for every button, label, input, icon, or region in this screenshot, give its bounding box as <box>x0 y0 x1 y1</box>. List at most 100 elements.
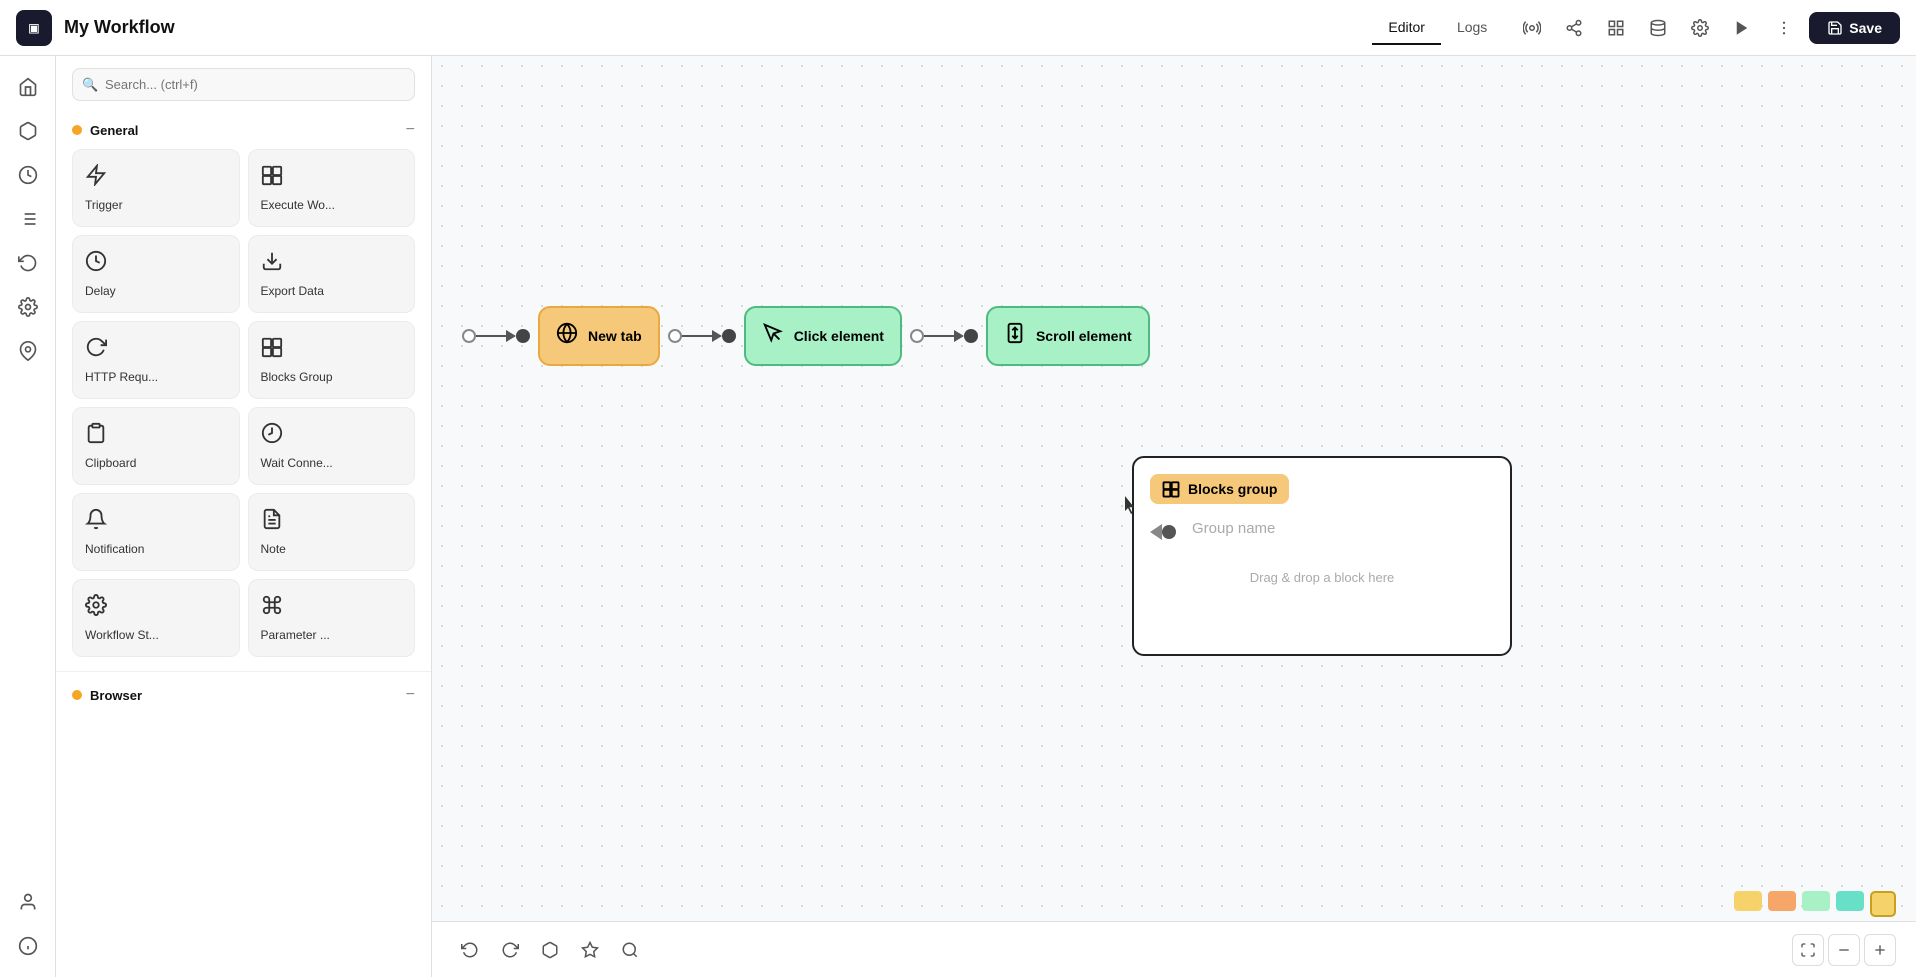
panel-item-wait-connection[interactable]: Wait Conne... <box>248 407 416 485</box>
sidebar-item-history[interactable] <box>9 244 47 282</box>
conn-arrow-1 <box>506 330 516 342</box>
settings-button[interactable] <box>1683 11 1717 45</box>
sidebar-item-clock[interactable] <box>9 156 47 194</box>
broadcast-button[interactable] <box>1515 11 1549 45</box>
node-new-tab[interactable]: New tab <box>538 306 660 366</box>
parameter-icon <box>261 594 283 622</box>
sidebar-item-list[interactable] <box>9 200 47 238</box>
main-layout: 🔍 General − <box>0 56 1916 977</box>
search-icon: 🔍 <box>82 77 98 93</box>
undo-button[interactable] <box>452 932 488 968</box>
grid-button[interactable] <box>1599 11 1633 45</box>
connector-clickelement-in <box>668 329 736 343</box>
section-general-title: General <box>90 123 138 138</box>
panel-item-trigger[interactable]: Trigger <box>72 149 240 227</box>
sidebar-item-blocks[interactable] <box>9 112 47 150</box>
conn-filled-group <box>1162 525 1176 539</box>
canvas-search-button[interactable] <box>612 932 648 968</box>
sidebar-item-settings[interactable] <box>9 288 47 326</box>
color-swatches <box>1734 891 1896 917</box>
sidebar-item-location[interactable] <box>9 332 47 370</box>
export-data-icon <box>261 250 283 278</box>
section-browser: Browser − <box>56 678 431 722</box>
blocks-group-panel[interactable]: Blocks group Group name Drag & drop a bl… <box>1132 456 1512 656</box>
swatch-orange[interactable] <box>1768 891 1796 911</box>
conn-open-1 <box>462 329 476 343</box>
conn-line-1 <box>476 335 506 337</box>
blocks-group-name: Group name <box>1192 520 1275 537</box>
general-items-grid: Trigger Execute Wo... Delay <box>72 149 415 657</box>
topbar: ▣ My Workflow Editor Logs Save <box>0 0 1916 56</box>
topbar-tabs: Editor Logs <box>1372 11 1503 45</box>
panel-item-export-data[interactable]: Export Data <box>248 235 416 313</box>
section-browser-collapse[interactable]: − <box>406 686 415 704</box>
workflow-row-main: New tab Click element <box>462 306 1150 366</box>
execute-workflow-icon <box>261 164 283 192</box>
connector-newtab-in <box>462 329 530 343</box>
section-general-collapse[interactable]: − <box>406 121 415 139</box>
canvas[interactable]: New tab Click element <box>432 56 1916 977</box>
conn-filled-2 <box>722 329 736 343</box>
workflow-title: My Workflow <box>64 17 1360 38</box>
scroll-element-icon <box>1004 322 1026 350</box>
scroll-element-label: Scroll element <box>1036 328 1132 344</box>
panel-item-notification[interactable]: Notification <box>72 493 240 571</box>
note-icon <box>261 508 283 536</box>
clipboard-icon <box>85 422 107 450</box>
panel-item-blocks-group[interactable]: Blocks Group <box>248 321 416 399</box>
icon-sidebar <box>0 56 56 977</box>
blocks-group-connector-in <box>1150 524 1176 540</box>
more-button[interactable] <box>1767 11 1801 45</box>
topbar-actions: Save <box>1515 11 1900 45</box>
panel-item-workflow-state[interactable]: Workflow St... <box>72 579 240 657</box>
conn-open-3 <box>910 329 924 343</box>
sidebar-item-home[interactable] <box>9 68 47 106</box>
trigger-icon <box>85 164 107 192</box>
panel-item-delay[interactable]: Delay <box>72 235 240 313</box>
swatch-green[interactable] <box>1802 891 1830 911</box>
notification-icon <box>85 508 107 536</box>
sidebar-item-info[interactable] <box>9 927 47 965</box>
magic-button[interactable] <box>572 932 608 968</box>
zoom-out-button[interactable] <box>1828 934 1860 966</box>
workflow-state-label: Workflow St... <box>85 628 159 642</box>
redo-button[interactable] <box>492 932 528 968</box>
sidebar-item-user[interactable] <box>9 883 47 921</box>
conn-arrow-2 <box>712 330 722 342</box>
swatch-active[interactable] <box>1870 891 1896 917</box>
panel-item-clipboard[interactable]: Clipboard <box>72 407 240 485</box>
search-input[interactable] <box>72 68 415 101</box>
panel-item-http-request[interactable]: HTTP Requ... <box>72 321 240 399</box>
conn-filled-3 <box>964 329 978 343</box>
canvas-zoom-controls <box>1792 934 1896 966</box>
share-button[interactable] <box>1557 11 1591 45</box>
zoom-fit-button[interactable] <box>1792 934 1824 966</box>
zoom-in-button[interactable] <box>1864 934 1896 966</box>
tab-editor[interactable]: Editor <box>1372 11 1441 45</box>
wait-connection-icon <box>261 422 283 450</box>
blocks-group-label: Blocks Group <box>261 370 333 384</box>
blocks-group-panel-header: Blocks group <box>1150 474 1494 504</box>
panel-sidebar: 🔍 General − <box>56 56 432 977</box>
save-button[interactable]: Save <box>1809 12 1900 44</box>
new-tab-label: New tab <box>588 328 642 344</box>
swatch-teal[interactable] <box>1836 891 1864 911</box>
http-request-icon <box>85 336 107 364</box>
swatch-yellow[interactable] <box>1734 891 1762 911</box>
play-button[interactable] <box>1725 11 1759 45</box>
new-tab-icon <box>556 322 578 350</box>
tab-logs[interactable]: Logs <box>1441 11 1503 45</box>
note-label: Note <box>261 542 286 556</box>
node-click-element[interactable]: Click element <box>744 306 902 366</box>
panel-item-parameter[interactable]: Parameter ... <box>248 579 416 657</box>
section-browser-title: Browser <box>90 688 142 703</box>
section-divider <box>56 671 431 672</box>
database-button[interactable] <box>1641 11 1675 45</box>
delay-icon <box>85 250 107 278</box>
node-scroll-element[interactable]: Scroll element <box>986 306 1150 366</box>
panel-item-execute-workflow[interactable]: Execute Wo... <box>248 149 416 227</box>
panel-item-note[interactable]: Note <box>248 493 416 571</box>
blocks-group-drop-label: Drag & drop a block here <box>1150 570 1494 585</box>
conn-filled-1 <box>516 329 530 343</box>
add-block-button[interactable] <box>532 932 568 968</box>
